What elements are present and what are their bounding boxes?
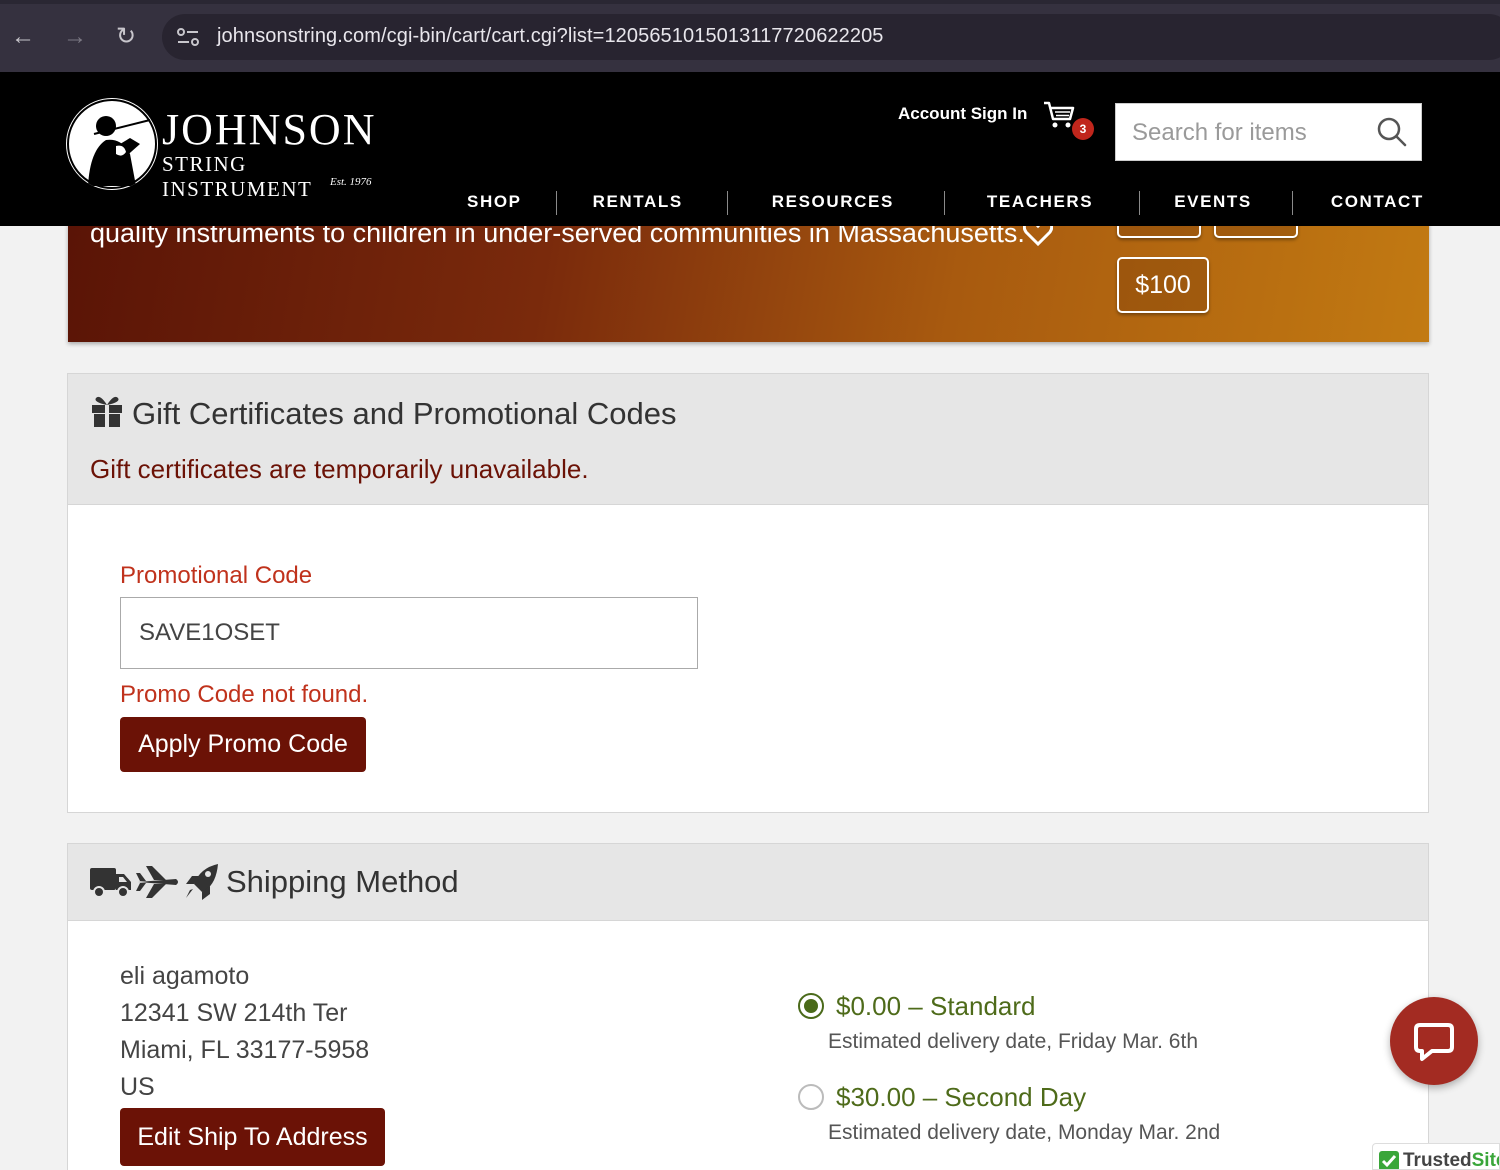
tab-strip-edge (0, 0, 1500, 4)
search-box[interactable] (1115, 103, 1422, 161)
search-input[interactable] (1132, 116, 1372, 150)
shipping-method-title: Shipping Method (226, 864, 459, 899)
nav-events[interactable]: EVENTS (1174, 188, 1252, 216)
gift-promo-title: Gift Certificates and Promotional Codes (132, 396, 677, 431)
site-header: JOHNSON STRING INSTRUMENT Est. 1976 Acco… (0, 72, 1500, 226)
cart-count-badge[interactable]: 3 (1072, 118, 1094, 140)
search-icon[interactable] (1376, 116, 1408, 148)
shipping-method-panel: Shipping Method eli agamoto 12341 SW 214… (67, 843, 1429, 1170)
logo-established: Est. 1976 (330, 176, 372, 188)
apply-promo-button[interactable]: Apply Promo Code (120, 717, 366, 772)
donate-100-button[interactable]: $100 (1117, 257, 1209, 313)
url-text[interactable]: johnsonstring.com/cgi-bin/cart/cart.cgi?… (217, 25, 884, 48)
trustedsite-text-part2: Site (1471, 1150, 1499, 1170)
gift-icon (92, 396, 122, 427)
reload-icon[interactable]: ↻ (111, 22, 141, 52)
live-chat-button[interactable] (1390, 997, 1478, 1085)
chat-bubble-icon (1414, 1023, 1454, 1061)
shopping-cart-icon[interactable] (1042, 100, 1076, 130)
browser-toolbar: ← → ↻ johnsonstring.com/cgi-bin/cart/car… (0, 0, 1500, 72)
donation-banner: quality instruments to children in under… (68, 222, 1429, 342)
violinist-logo-icon (66, 98, 158, 190)
banner-text: quality instruments to children in under… (90, 222, 1025, 248)
gift-promo-header: Gift Certificates and Promotional Codes … (68, 374, 1428, 505)
trustedsite-badge[interactable]: TrustedSite (1372, 1143, 1500, 1170)
address-country: US (120, 1073, 155, 1101)
promo-code-input[interactable] (120, 597, 698, 669)
checkmark-icon (1379, 1151, 1399, 1169)
address-name: eli agamoto (120, 962, 250, 990)
shipping-second-day-estimate: Estimated delivery date, Monday Mar. 2nd (828, 1121, 1221, 1144)
gift-unavailable-notice: Gift certificates are temporarily unavai… (90, 454, 589, 484)
shipping-standard-label[interactable]: $0.00 – Standard (836, 991, 1036, 1022)
shipping-second-day-label[interactable]: $30.00 – Second Day (836, 1082, 1086, 1113)
shipping-standard-estimate: Estimated delivery date, Friday Mar. 6th (828, 1030, 1198, 1053)
address-street: 12341 SW 214th Ter (120, 999, 348, 1027)
back-arrow-icon[interactable]: ← (8, 22, 38, 52)
nav-teachers[interactable]: TEACHERS (987, 188, 1093, 216)
gift-promo-panel: Gift Certificates and Promotional Codes … (67, 373, 1429, 813)
nav-divider (1291, 191, 1293, 215)
nav-resources[interactable]: RESOURCES (772, 188, 894, 216)
airplane-icon (136, 866, 178, 898)
promo-code-label: Promotional Code (120, 562, 313, 589)
nav-shop[interactable]: SHOP (467, 188, 522, 216)
trustedsite-text: TrustedSite (1403, 1150, 1499, 1170)
nav-contact[interactable]: CONTACT (1331, 188, 1424, 216)
main-navigation: SHOP RENTALS RESOURCES TEACHERS EVENTS C… (440, 188, 1424, 216)
nav-divider (943, 191, 945, 215)
shipping-second-day-radio[interactable] (798, 1084, 824, 1110)
nav-divider (555, 191, 557, 215)
account-sign-in-link[interactable]: Account Sign In (898, 104, 1027, 124)
site-info-icon[interactable] (176, 26, 200, 48)
logo-title: JOHNSON (162, 105, 377, 154)
shipping-standard-radio[interactable] (798, 993, 824, 1019)
shipping-method-header: Shipping Method (68, 844, 1428, 921)
address-city: Miami, FL 33177-5958 (120, 1036, 370, 1064)
nav-divider (726, 191, 728, 215)
address-bar[interactable]: johnsonstring.com/cgi-bin/cart/cart.cgi?… (162, 14, 1500, 60)
rocket-icon (186, 864, 218, 900)
edit-ship-address-button[interactable]: Edit Ship To Address (120, 1108, 385, 1166)
truck-icon (90, 868, 131, 898)
promo-error-message: Promo Code not found. (120, 681, 369, 708)
shipping-icons (90, 864, 218, 900)
trustedsite-text-part1: Trusted (1403, 1150, 1472, 1170)
forward-arrow-icon[interactable]: → (60, 22, 90, 52)
nav-rentals[interactable]: RENTALS (593, 188, 683, 216)
nav-divider (1139, 191, 1141, 215)
site-logo[interactable]: JOHNSON STRING INSTRUMENT Est. 1976 (66, 96, 386, 201)
